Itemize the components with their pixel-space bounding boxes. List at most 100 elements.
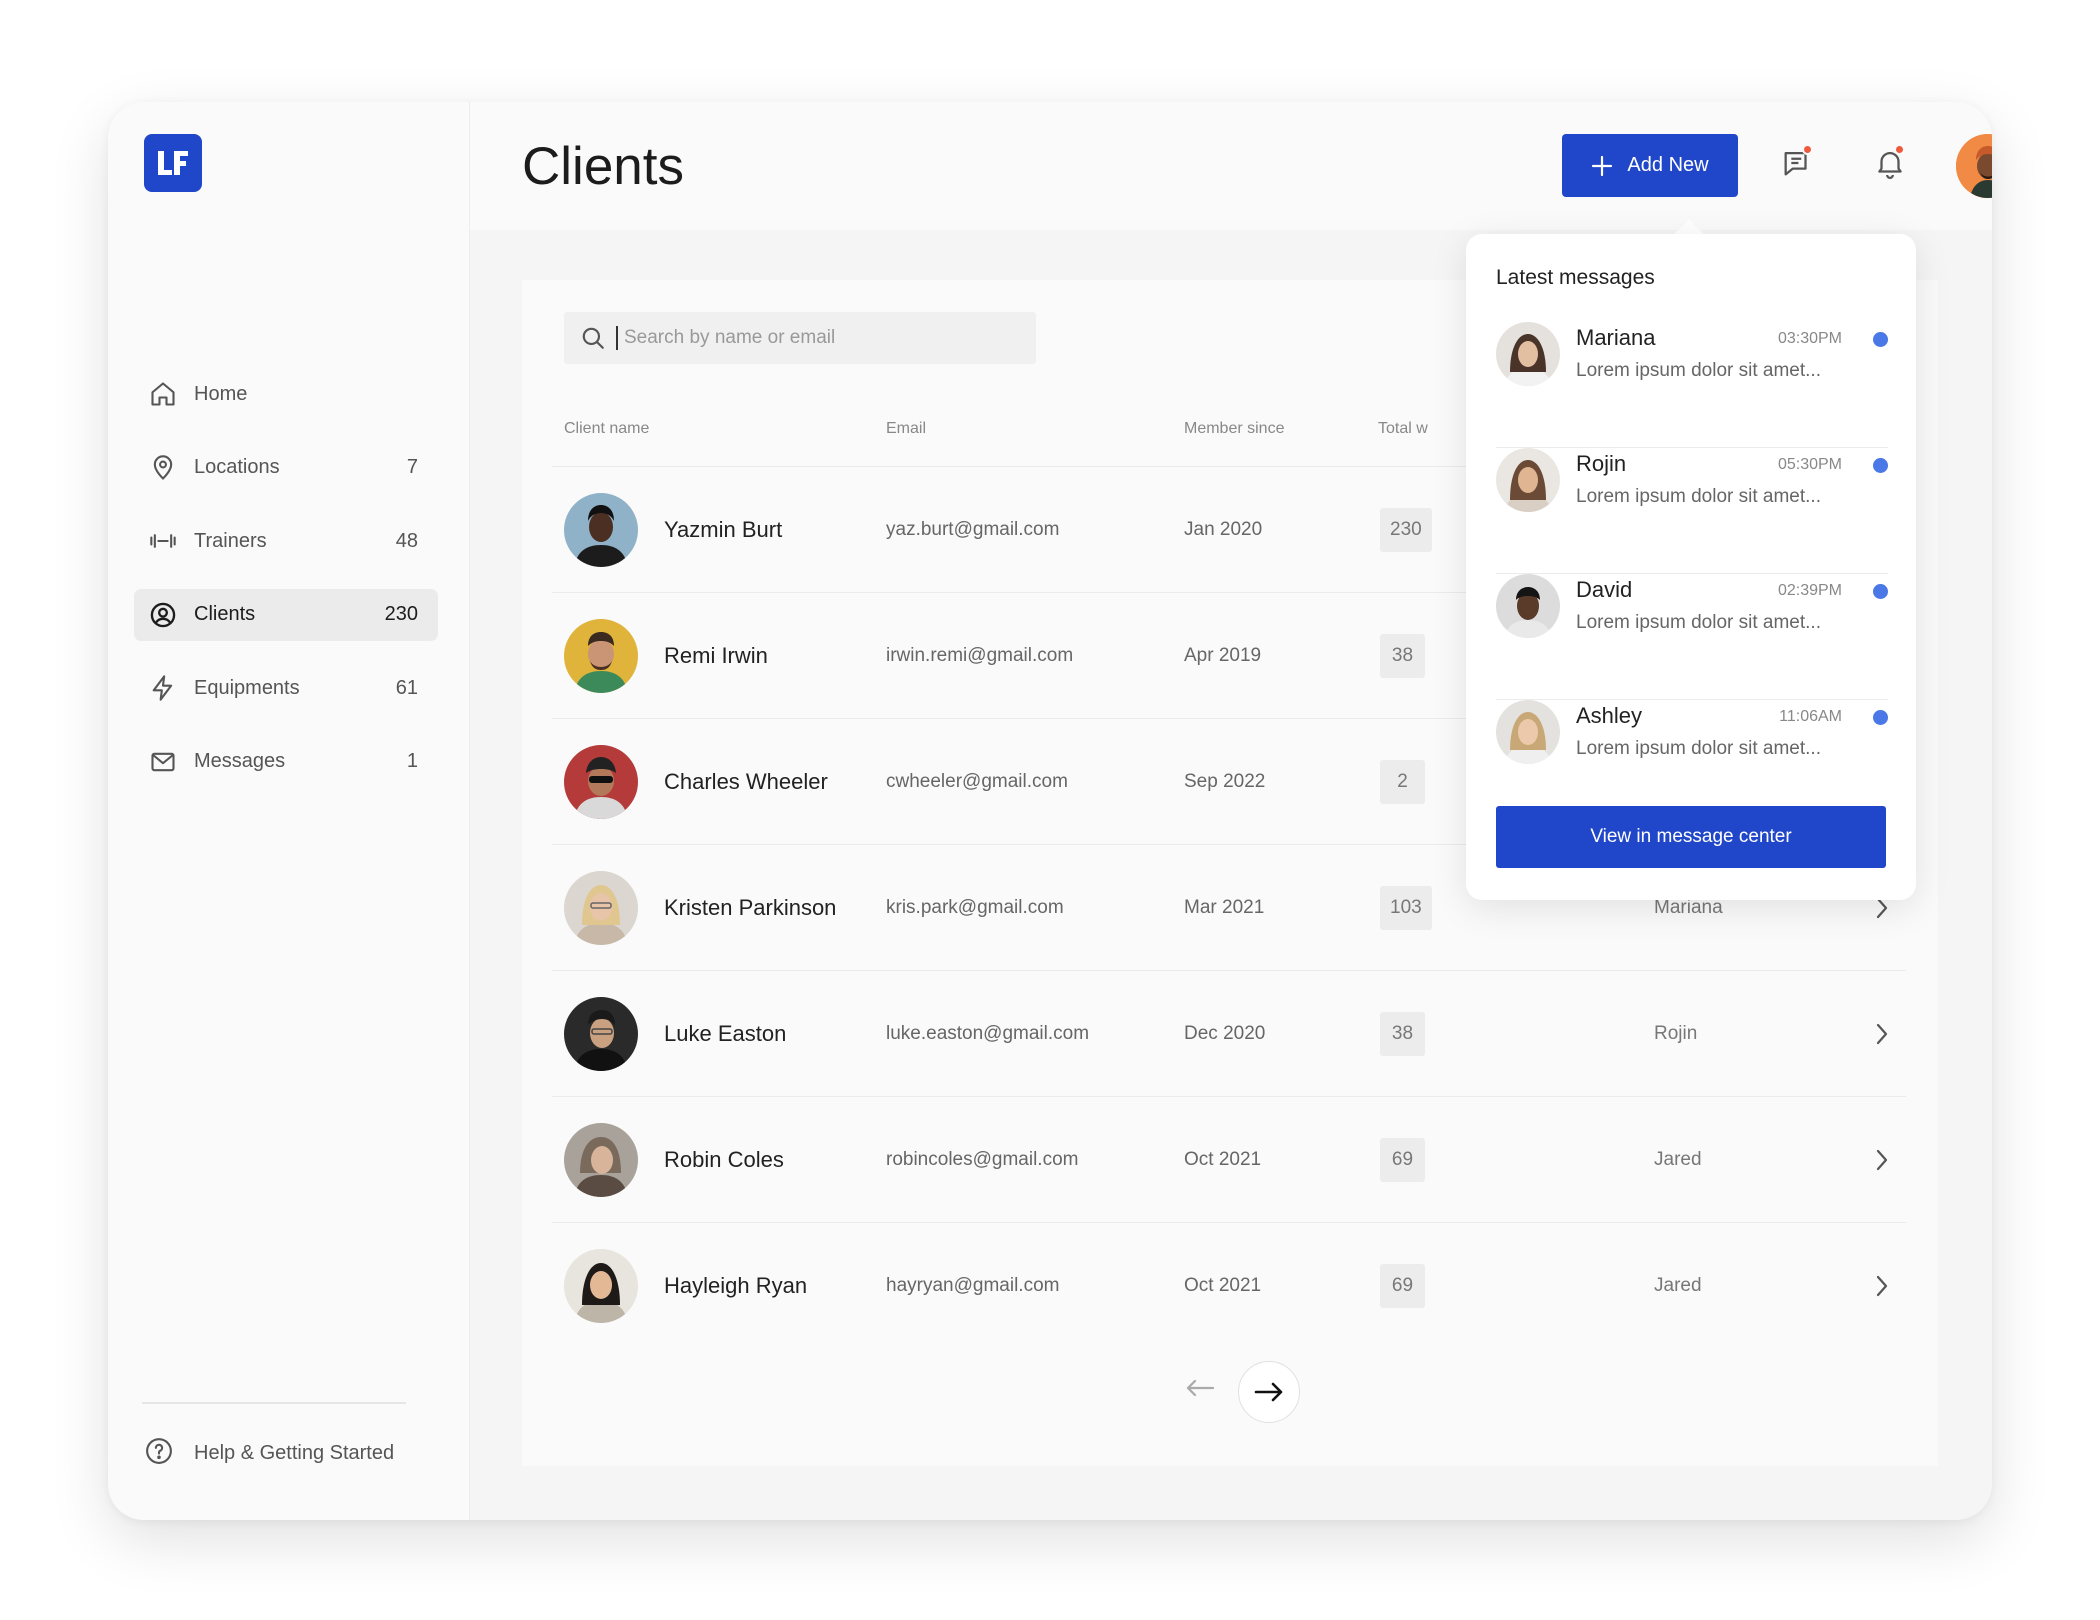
client-total-badge: 38 (1380, 634, 1425, 678)
user-circle-icon (148, 600, 178, 630)
unread-dot (1873, 584, 1888, 599)
unread-dot (1873, 332, 1888, 347)
client-name: Hayleigh Ryan (664, 1273, 808, 1298)
client-total-badge: 69 (1380, 1138, 1425, 1182)
sidebar-item-count: 1 (406, 750, 418, 772)
location-pin-icon (148, 453, 178, 483)
message-avatar (1496, 322, 1560, 386)
view-message-center-button[interactable]: View in message center (1496, 806, 1886, 868)
sidebar-item-label: Locations (194, 456, 280, 478)
sidebar-item-home[interactable]: Home (134, 368, 438, 420)
sidebar-item-clients[interactable]: Clients 230 (134, 588, 438, 641)
search-icon (582, 327, 604, 349)
arrow-right-icon (1254, 1382, 1283, 1402)
message-time: 11:06AM (1779, 708, 1842, 725)
popup-title: Latest messages (1496, 266, 1655, 289)
column-header-total[interactable]: Total w (1378, 420, 1428, 438)
message-item[interactable]: Mariana 03:30PM Lorem ipsum dolor sit am… (1496, 322, 1888, 448)
message-preview: Lorem ipsum dolor sit amet... (1576, 738, 1821, 759)
help-circle-icon (144, 1436, 174, 1471)
sidebar-item-count: 61 (395, 676, 418, 699)
client-member-since: Jan 2020 (1184, 519, 1263, 540)
client-total-badge: 38 (1380, 1012, 1425, 1056)
sidebar-item-count: 48 (395, 529, 418, 552)
sidebar-item-label: Messages (194, 750, 286, 772)
client-member-since: Dec 2020 (1184, 1023, 1266, 1044)
client-member-since: Apr 2019 (1184, 645, 1262, 666)
home-icon (148, 379, 178, 409)
table-row[interactable]: Robin Coles robincoles@gmail.com Oct 202… (552, 1096, 1906, 1222)
sidebar-item-equipments[interactable]: Equipments 61 (134, 662, 438, 714)
user-avatar[interactable] (1956, 134, 1992, 198)
client-email: robincoles@gmail.com (886, 1149, 1079, 1170)
sidebar-item-trainers[interactable]: Trainers 48 (134, 515, 438, 567)
client-email: irwin.remi@gmail.com (886, 645, 1074, 666)
message-preview: Lorem ipsum dolor sit amet... (1576, 486, 1821, 507)
client-total-badge: 103 (1380, 886, 1432, 930)
client-name: Yazmin Burt (664, 517, 783, 542)
table-row[interactable]: Luke Easton luke.easton@gmail.com Dec 20… (552, 970, 1906, 1096)
sidebar-item-count: 230 (384, 603, 418, 625)
add-new-button[interactable]: Add New (1562, 134, 1738, 197)
previous-page-button[interactable] (1182, 1370, 1218, 1406)
sidebar: Home Locations 7 Trainers 48 Clients 230… (108, 102, 470, 1520)
client-trainer: Mariana (1654, 897, 1723, 918)
client-avatar (564, 619, 638, 693)
sidebar-item-label: Equipments (194, 676, 300, 699)
sidebar-item-messages[interactable]: Messages 1 (134, 736, 438, 788)
client-email: yaz.burt@gmail.com (886, 519, 1060, 540)
help-link[interactable]: Help & Getting Started (144, 1436, 394, 1471)
latest-messages-popup: Latest messages Mariana 03:30PM Lorem ip… (1466, 234, 1916, 900)
arrow-left-icon (1186, 1379, 1215, 1397)
sidebar-item-label: Trainers (194, 529, 267, 552)
client-trainer: Jared (1654, 1275, 1702, 1296)
message-item[interactable]: Rojin 05:30PM Lorem ipsum dolor sit amet… (1496, 448, 1888, 574)
client-name: Luke Easton (664, 1021, 787, 1046)
client-trainer: Rojin (1654, 1023, 1698, 1044)
client-total-badge: 230 (1380, 508, 1432, 552)
mail-icon (148, 747, 178, 777)
column-header-email[interactable]: Email (886, 420, 926, 438)
column-header-member-since[interactable]: Member since (1184, 420, 1284, 438)
message-sender: David (1576, 577, 1633, 602)
logo[interactable] (144, 134, 202, 192)
message-time: 02:39PM (1777, 582, 1842, 599)
unread-dot (1873, 710, 1888, 725)
client-avatar (564, 745, 638, 819)
add-new-label: Add New (1627, 154, 1709, 176)
client-email: luke.easton@gmail.com (886, 1023, 1090, 1044)
chevron-right-icon[interactable] (1872, 1147, 1892, 1173)
client-avatar (564, 1123, 638, 1197)
client-member-since: Oct 2021 (1184, 1275, 1262, 1296)
plus-icon (1592, 155, 1613, 176)
next-page-button[interactable] (1238, 1361, 1300, 1423)
sidebar-item-locations[interactable]: Locations 7 (134, 442, 438, 494)
chevron-right-icon[interactable] (1872, 1021, 1892, 1047)
message-sender: Mariana (1576, 325, 1656, 350)
client-name: Robin Coles (664, 1147, 784, 1172)
message-sender: Rojin (1576, 451, 1627, 476)
client-avatar (564, 871, 638, 945)
message-preview: Lorem ipsum dolor sit amet... (1576, 360, 1821, 381)
avatar-photo (1956, 134, 1992, 198)
client-avatar (564, 493, 638, 567)
chevron-right-icon[interactable] (1872, 1273, 1892, 1299)
message-item[interactable]: David 02:39PM Lorem ipsum dolor sit amet… (1496, 574, 1888, 700)
message-avatar (1496, 574, 1560, 638)
client-name: Remi Irwin (664, 643, 768, 668)
message-sender: Ashley (1576, 703, 1643, 728)
client-email: hayryan@gmail.com (886, 1275, 1060, 1296)
dumbbell-icon (148, 526, 178, 556)
message-avatar (1496, 700, 1560, 764)
client-email: kris.park@gmail.com (886, 897, 1064, 918)
header: Clients Add New (470, 102, 1992, 230)
client-trainer: Jared (1654, 1149, 1702, 1170)
client-member-since: Mar 2021 (1184, 897, 1265, 918)
table-row[interactable]: Hayleigh Ryan hayryan@gmail.com Oct 2021… (552, 1222, 1906, 1348)
search-input[interactable]: Search by name or email (564, 312, 1036, 364)
client-email: cwheeler@gmail.com (886, 771, 1068, 792)
notifications-button[interactable] (1873, 144, 1909, 182)
column-header-client-name[interactable]: Client name (564, 420, 649, 438)
sidebar-divider (142, 1402, 406, 1404)
chat-button[interactable] (1780, 144, 1816, 182)
